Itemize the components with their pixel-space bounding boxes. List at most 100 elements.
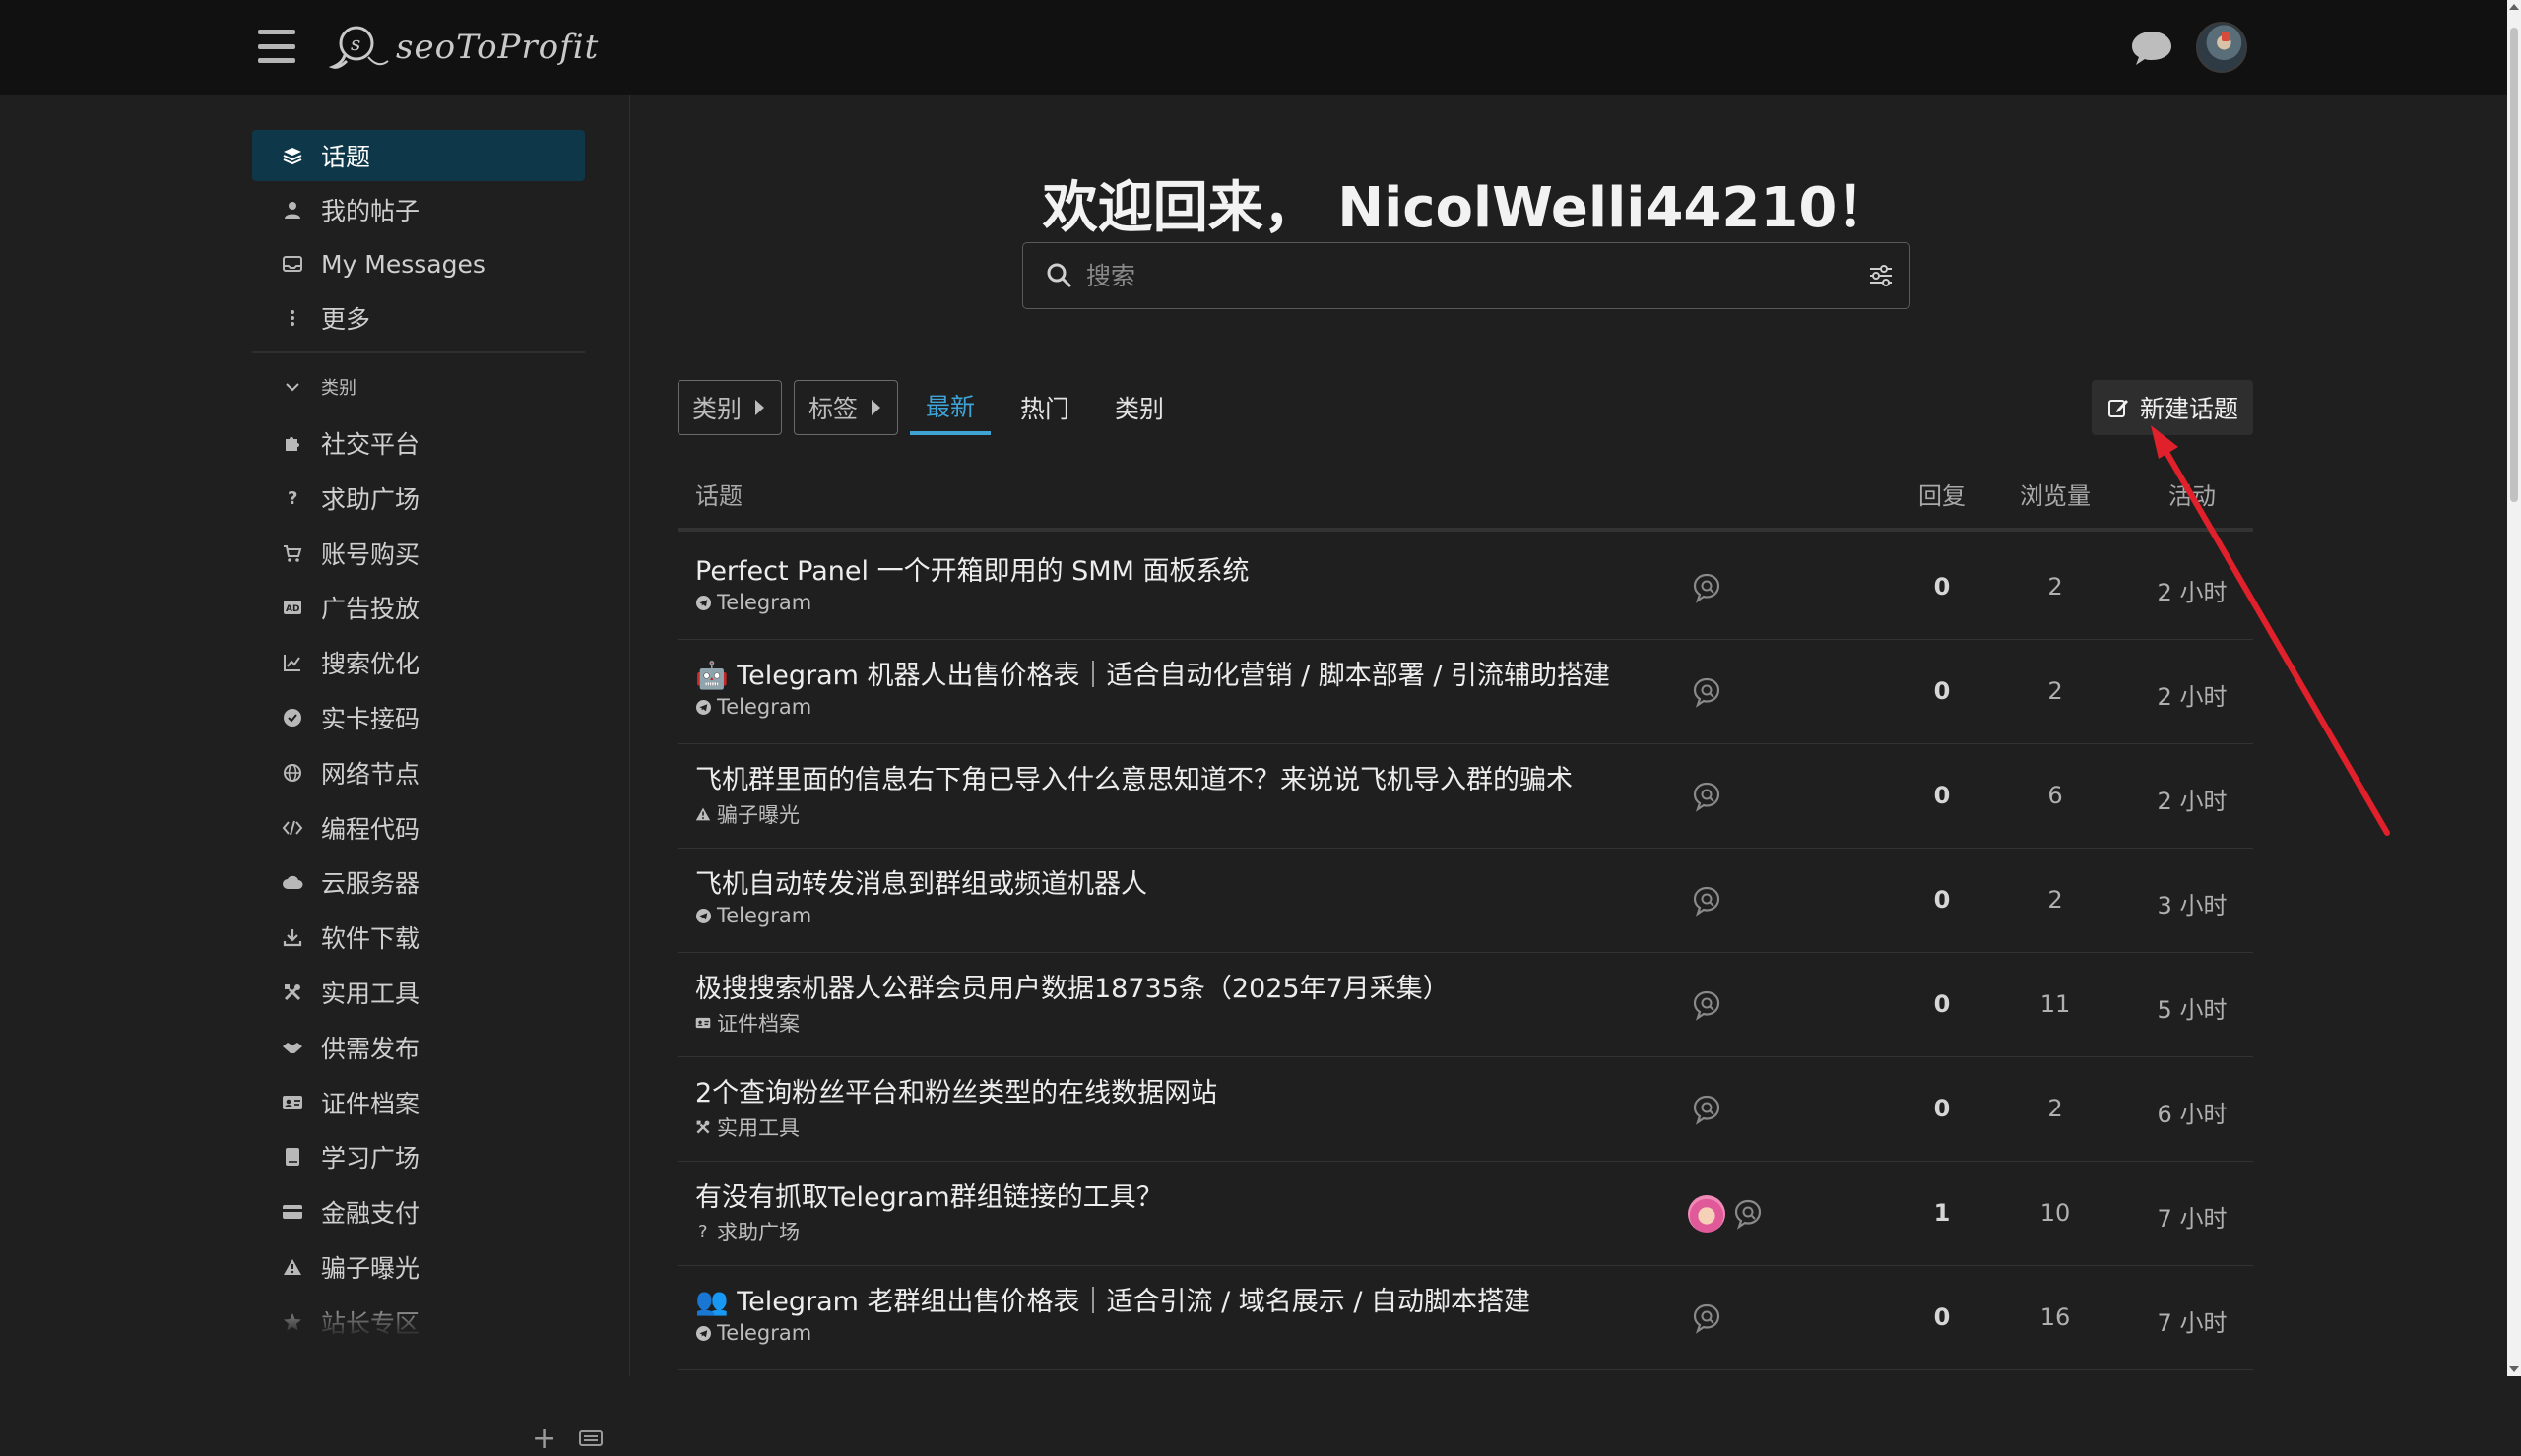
topic-category-badge[interactable]: Telegram xyxy=(695,904,811,927)
column-replies[interactable]: 回复 xyxy=(1918,476,1966,511)
topic-title-link[interactable]: Perfect Panel 一个开箱即用的 SMM 面板系统 xyxy=(695,549,1249,588)
sidebar-item-topics[interactable]: 话题 xyxy=(252,130,585,181)
column-topic[interactable]: 话题 xyxy=(695,476,743,511)
topic-title-link[interactable]: 飞机群里面的信息右下角已导入什么意思知道不？来说说飞机导入群的骗术 xyxy=(695,758,1573,796)
scroll-up-arrow-icon[interactable] xyxy=(2509,4,2519,10)
poster-placeholder-icon[interactable] xyxy=(1690,884,1723,918)
sidebar-item-more[interactable]: 更多 xyxy=(252,292,585,344)
sidebar-category-item[interactable]: 搜索优化 xyxy=(252,637,585,688)
category-dropdown[interactable]: 类别 xyxy=(678,380,782,435)
topic-activity-time[interactable]: 5 小时 xyxy=(2145,990,2239,1025)
topic-category-badge[interactable]: Telegram xyxy=(695,695,811,719)
topic-title-link[interactable]: 2个查询粉丝平台和粉丝类型的在线数据网站 xyxy=(695,1071,1217,1109)
column-activity[interactable]: 活动 xyxy=(2168,476,2216,511)
topic-activity-time[interactable]: 7 小时 xyxy=(2145,1303,2239,1338)
sidebar-category-label: 金融支付 xyxy=(321,1199,420,1229)
sidebar-category-item[interactable]: 网络节点 xyxy=(252,747,585,798)
sidebar-category-label: 云服务器 xyxy=(321,869,420,899)
tag-dropdown[interactable]: 标签 xyxy=(794,380,898,435)
site-logo[interactable]: s seoToProfit xyxy=(329,18,599,77)
poster-avatar[interactable] xyxy=(1688,1195,1725,1233)
telegram-icon xyxy=(695,908,711,923)
sidebar-item-my-messages[interactable]: My Messages xyxy=(252,238,585,289)
sidebar-category-item[interactable]: 账号购买 xyxy=(252,528,585,579)
topic-row[interactable]: 2个查询粉丝平台和粉丝类型的在线数据网站 实用工具 0 2 6 小时 xyxy=(678,1057,2253,1162)
sidebar-category-item[interactable]: 供需发布 xyxy=(252,1022,585,1073)
sidebar-category-item[interactable]: 软件下载 xyxy=(252,912,585,963)
topic-category-badge[interactable]: ? 求助广场 xyxy=(695,1217,800,1246)
poster-placeholder-icon[interactable] xyxy=(1690,1093,1723,1126)
topic-category-badge[interactable]: 实用工具 xyxy=(695,1112,800,1142)
topic-row[interactable]: 👥 Telegram 老群组出售价格表｜适合引流 / 域名展示 / 自动脚本搭建… xyxy=(678,1266,2253,1370)
add-section-icon[interactable]: + xyxy=(532,1424,556,1454)
poster-placeholder-icon[interactable] xyxy=(1690,571,1723,604)
sidebar-fade xyxy=(252,1297,585,1356)
search-input[interactable] xyxy=(1086,261,1866,290)
topic-category-badge[interactable]: 证件档案 xyxy=(695,1008,800,1038)
topic-row[interactable]: Perfect Panel 一个开箱即用的 SMM 面板系统 Telegram 0 2… xyxy=(678,536,2253,640)
tab-hot[interactable]: 热门 xyxy=(1020,380,1069,435)
keyboard-shortcuts-icon[interactable] xyxy=(579,1430,603,1446)
topic-category-label: Telegram xyxy=(717,904,812,927)
sidebar-category-item[interactable]: 证件档案 xyxy=(252,1077,585,1128)
topic-row[interactable]: 🤖 Telegram 机器人出售价格表｜适合自动化营销 / 脚本部署 / 引流辅… xyxy=(678,640,2253,744)
topic-row[interactable]: 有没有抓取Telegram群组链接的工具？? 求助广场 1 10 7 小时 xyxy=(678,1162,2253,1266)
sidebar-category-item[interactable]: 实卡接码 xyxy=(252,692,585,743)
new-topic-button[interactable]: 新建话题 xyxy=(2092,380,2253,435)
tab-latest[interactable]: 最新 xyxy=(910,380,992,435)
id-card-icon xyxy=(695,1015,711,1031)
id-card-icon xyxy=(282,1092,303,1113)
scrollbar-thumb[interactable] xyxy=(2510,28,2518,502)
sidebar-item-label: 话题 xyxy=(321,143,371,171)
sidebar-category-item[interactable]: 骗子曝光 xyxy=(252,1241,585,1293)
sidebar-category-item[interactable]: AD 广告投放 xyxy=(252,582,585,633)
topic-row[interactable]: 飞机群里面的信息右下角已导入什么意思知道不？来说说飞机导入群的骗术 骗子曝光 0 6 2… xyxy=(678,744,2253,849)
chat-bubble-icon[interactable] xyxy=(2129,28,2174,67)
topic-row[interactable]: 极搜搜索机器人公群会员用户数据18735条（2025年7月采集） 证件档案 0 11 5… xyxy=(678,953,2253,1057)
user-avatar[interactable] xyxy=(2196,22,2247,73)
poster-placeholder-icon[interactable] xyxy=(1690,1301,1723,1335)
sidebar-category-item[interactable]: 云服务器 xyxy=(252,856,585,908)
topic-category-badge[interactable]: Telegram xyxy=(695,1321,811,1345)
sidebar-category-item[interactable]: ? 求助广场 xyxy=(252,473,585,524)
poster-placeholder-icon[interactable] xyxy=(1690,988,1723,1022)
poster-placeholder-icon[interactable] xyxy=(1731,1197,1765,1231)
sidebar-section-categories[interactable]: 类别 xyxy=(252,367,585,407)
poster-placeholder-icon[interactable] xyxy=(1690,675,1723,709)
code-icon xyxy=(282,817,303,839)
svg-text:?: ? xyxy=(288,488,297,508)
topic-row[interactable]: 飞机自动转发消息到群组或频道机器人 Telegram 0 2 3 小时 xyxy=(678,849,2253,953)
topic-activity-time[interactable]: 7 小时 xyxy=(2145,1199,2239,1234)
topic-category-badge[interactable]: Telegram xyxy=(695,591,811,614)
new-topic-label: 新建话题 xyxy=(2139,395,2238,423)
search-bar[interactable] xyxy=(1022,242,1910,309)
sidebar-category-label: 网络节点 xyxy=(321,759,420,789)
sidebar-category-item[interactable]: 学习广场 xyxy=(252,1131,585,1182)
poster-placeholder-icon[interactable] xyxy=(1690,780,1723,813)
topic-title-link[interactable]: 🤖 Telegram 机器人出售价格表｜适合自动化营销 / 脚本部署 / 引流辅… xyxy=(695,654,1610,692)
sidebar-category-label: 搜索优化 xyxy=(321,650,420,679)
topic-title-link[interactable]: 飞机自动转发消息到群组或频道机器人 xyxy=(695,862,1147,901)
topic-category-badge[interactable]: 骗子曝光 xyxy=(695,799,800,829)
search-filter-icon[interactable] xyxy=(1866,261,1896,290)
book-icon xyxy=(282,1146,303,1168)
scroll-down-arrow-icon[interactable] xyxy=(2509,1366,2519,1372)
sidebar-category-item[interactable]: 实用工具 xyxy=(252,967,585,1018)
sidebar-item-my-posts[interactable]: 我的帖子 xyxy=(252,184,585,235)
topic-activity-time[interactable]: 2 小时 xyxy=(2145,573,2239,607)
topic-activity-time[interactable]: 6 小时 xyxy=(2145,1095,2239,1129)
topic-activity-time[interactable]: 2 小时 xyxy=(2145,677,2239,712)
tab-categories[interactable]: 类别 xyxy=(1115,380,1164,435)
topic-title-link[interactable]: 极搜搜索机器人公群会员用户数据18735条（2025年7月采集） xyxy=(695,967,1450,1005)
topic-activity-time[interactable]: 3 小时 xyxy=(2145,886,2239,920)
topic-activity-time[interactable]: 2 小时 xyxy=(2145,782,2239,816)
sidebar-category-item[interactable]: 金融支付 xyxy=(252,1186,585,1237)
column-views[interactable]: 浏览量 xyxy=(2020,476,2091,511)
sidebar-category-item[interactable]: 社交平台 xyxy=(252,417,585,469)
topic-title-link[interactable]: 有没有抓取Telegram群组链接的工具？ xyxy=(695,1175,1163,1214)
chevron-down-icon xyxy=(282,382,303,392)
sidebar-category-item[interactable]: 编程代码 xyxy=(252,802,585,854)
chart-line-icon xyxy=(282,652,303,673)
hamburger-menu-icon[interactable] xyxy=(258,30,295,63)
topic-title-link[interactable]: 👥 Telegram 老群组出售价格表｜适合引流 / 域名展示 / 自动脚本搭建 xyxy=(695,1280,1530,1318)
